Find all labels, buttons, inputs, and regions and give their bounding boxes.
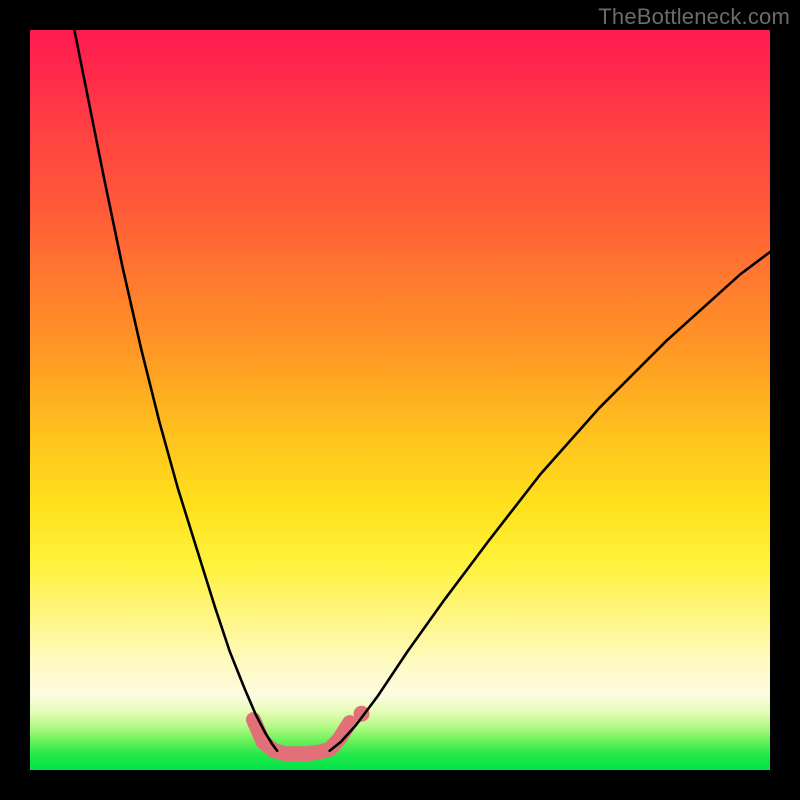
curve-left-branch <box>74 30 277 751</box>
curve-right-branch <box>330 252 770 751</box>
plot-area <box>30 30 770 770</box>
chart-frame: TheBottleneck.com <box>0 0 800 800</box>
chart-overlay <box>30 30 770 770</box>
watermark-text: TheBottleneck.com <box>598 4 790 30</box>
